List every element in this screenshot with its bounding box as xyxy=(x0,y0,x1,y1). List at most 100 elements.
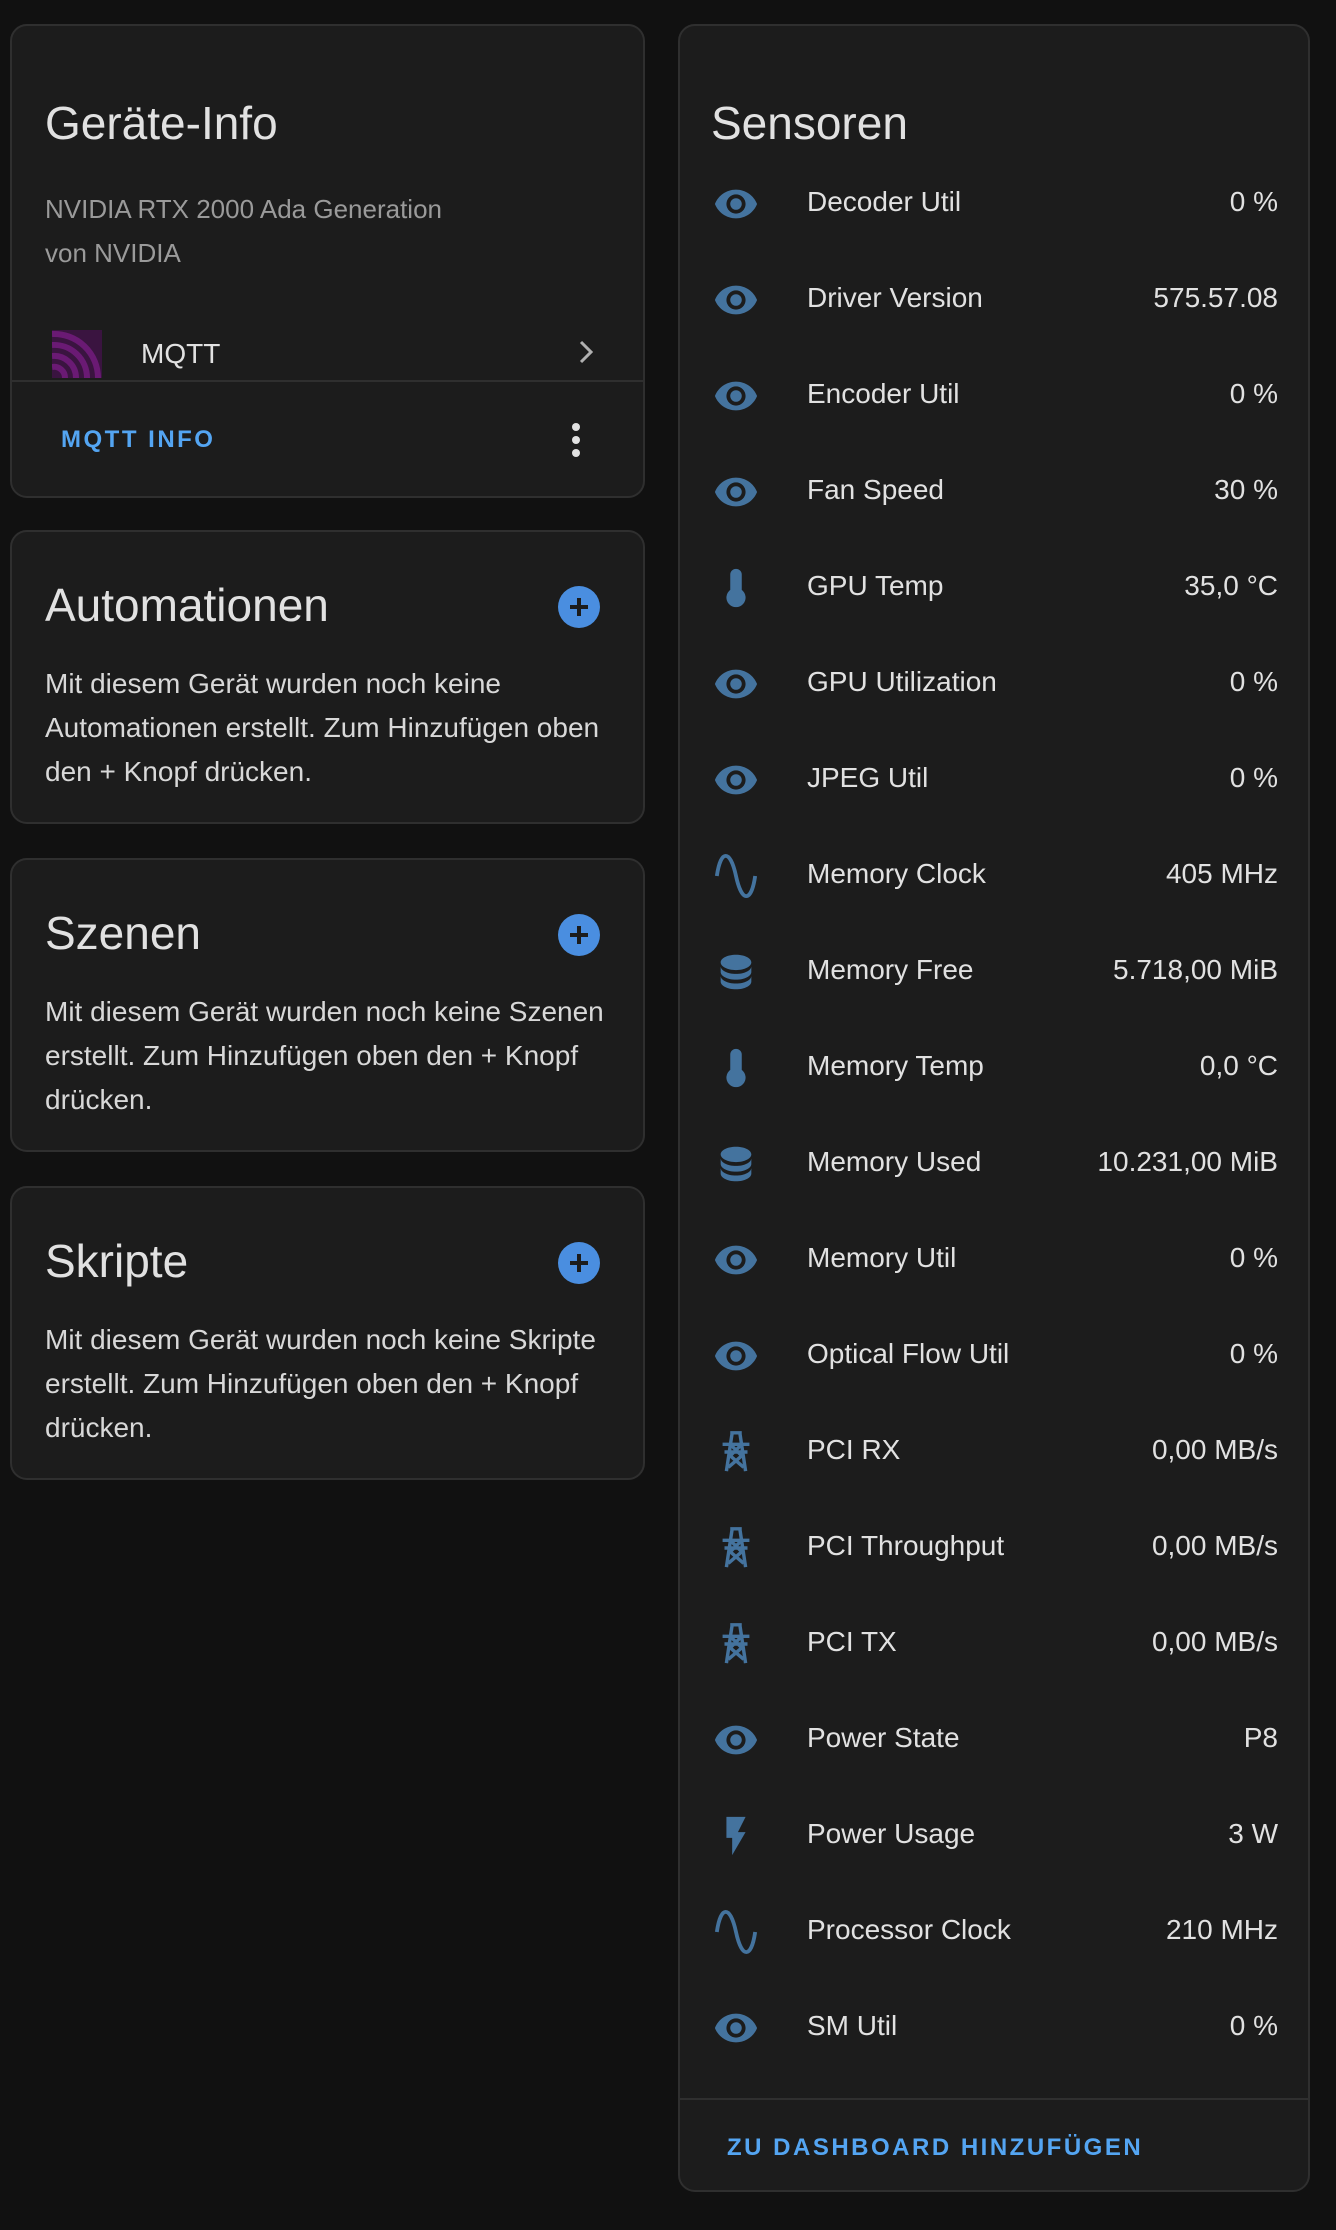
sensor-row[interactable]: Power State P8 xyxy=(680,1692,1310,1788)
sensor-row[interactable]: Decoder Util 0 % xyxy=(680,156,1310,252)
sensor-name: Memory Util xyxy=(807,1242,957,1273)
sensor-name: Encoder Util xyxy=(807,378,960,409)
sensor-row[interactable]: SM Util 0 % xyxy=(680,1980,1310,2076)
sensor-row[interactable]: Encoder Util 0 % xyxy=(680,348,1310,444)
sensor-row[interactable]: JPEG Util 0 % xyxy=(680,732,1310,828)
sensor-row[interactable]: Memory Free 5.718,00 MiB xyxy=(680,924,1310,1020)
more-vertical-icon[interactable] xyxy=(558,420,594,460)
sensor-name: Memory Clock xyxy=(807,858,986,889)
add-scene-button[interactable] xyxy=(558,914,600,956)
sensor-value: 10.231,00 MiB xyxy=(1097,1146,1278,1177)
sensor-name: Memory Used xyxy=(807,1146,982,1177)
sensor-value: 30 % xyxy=(1214,474,1278,505)
mqtt-logo-icon xyxy=(51,330,102,379)
sensor-value: 0 % xyxy=(1229,2010,1278,2041)
eye-icon xyxy=(712,1716,760,1764)
thermometer-icon xyxy=(712,564,760,612)
add-automation-button[interactable] xyxy=(558,586,600,628)
sensor-row[interactable]: Memory Temp 0,0 °C xyxy=(680,1020,1310,1116)
device-info-card: Geräte-Info NVIDIA RTX 2000 Ada Generati… xyxy=(10,24,645,498)
sensor-name: JPEG Util xyxy=(807,762,929,793)
add-script-button[interactable] xyxy=(558,1242,600,1284)
sensor-name: GPU Utilization xyxy=(807,666,997,697)
scenes-empty-text: Mit diesem Gerät wurden noch keine Szene… xyxy=(45,996,604,1115)
sensor-row[interactable]: Driver Version 575.57.08 xyxy=(680,252,1310,348)
sensor-name: Decoder Util xyxy=(807,186,962,217)
sensor-row[interactable]: Power Usage 3 W xyxy=(680,1788,1310,1884)
device-manufacturer: von NVIDIA xyxy=(45,238,181,268)
sensor-value: 0 % xyxy=(1229,1338,1278,1369)
card-divider xyxy=(680,2098,1308,2100)
eye-icon xyxy=(712,372,760,420)
add-to-dashboard-button[interactable]: ZU DASHBOARD HINZUFÜGEN xyxy=(727,2134,1143,2162)
sensor-name: GPU Temp xyxy=(807,570,944,601)
scripts-card: Skripte Mit diesem Gerät wurden noch kei… xyxy=(10,1186,645,1480)
transmission-tower-icon xyxy=(712,1620,760,1668)
automations-empty-text: Mit diesem Gerät wurden noch keine Autom… xyxy=(45,668,600,787)
scenes-card: Szenen Mit diesem Gerät wurden noch kein… xyxy=(10,858,645,1152)
sine-wave-icon xyxy=(712,1908,760,1956)
card-divider xyxy=(12,380,643,382)
eye-icon xyxy=(712,180,760,228)
sensor-value: 405 MHz xyxy=(1165,858,1278,889)
plus-icon xyxy=(570,1254,588,1272)
sensor-name: Processor Clock xyxy=(807,1914,1011,1945)
sensor-name: PCI Throughput xyxy=(807,1530,1005,1561)
sensor-name: Optical Flow Util xyxy=(807,1338,1010,1369)
sensors-title: Sensoren xyxy=(711,97,908,149)
eye-icon xyxy=(712,276,760,324)
sensor-value: 0 % xyxy=(1229,666,1278,697)
automations-card: Automationen Mit diesem Gerät wurden noc… xyxy=(10,530,645,824)
sensor-value: 0,00 MB/s xyxy=(1151,1626,1278,1657)
sensor-value: 210 MHz xyxy=(1165,1914,1278,1945)
sensor-row[interactable]: PCI TX 0,00 MB/s xyxy=(680,1596,1310,1692)
sensor-row[interactable]: Memory Clock 405 MHz xyxy=(680,828,1310,924)
sensor-name: PCI TX xyxy=(807,1626,897,1657)
plus-icon xyxy=(570,598,588,616)
sensor-row[interactable]: Memory Used 10.231,00 MiB xyxy=(680,1116,1310,1212)
sensor-value: 3 W xyxy=(1228,1818,1278,1849)
eye-icon xyxy=(712,468,760,516)
sensor-row[interactable]: PCI RX 0,00 MB/s xyxy=(680,1404,1310,1500)
sensor-value: 35,0 °C xyxy=(1184,570,1278,601)
integration-row-mqtt[interactable]: MQTT xyxy=(12,300,643,404)
sensor-name: SM Util xyxy=(807,2010,898,2041)
sensor-row[interactable]: PCI Throughput 0,00 MB/s xyxy=(680,1500,1310,1596)
database-icon xyxy=(712,1140,760,1188)
sensor-row[interactable]: GPU Temp 35,0 °C xyxy=(680,540,1310,636)
sensor-value: 5.718,00 MiB xyxy=(1113,954,1278,985)
sensor-value: 575.57.08 xyxy=(1153,282,1278,313)
sensor-name: Fan Speed xyxy=(807,474,944,505)
sensor-value: 0,0 °C xyxy=(1199,1050,1278,1081)
sensor-row[interactable]: GPU Utilization 0 % xyxy=(680,636,1310,732)
device-info-title: Geräte-Info xyxy=(45,97,278,149)
eye-icon xyxy=(712,756,760,804)
sensor-name: Power Usage xyxy=(807,1818,976,1849)
sensor-value: 0 % xyxy=(1229,378,1278,409)
chevron-right-icon xyxy=(572,338,600,366)
sensor-value: 0,00 MB/s xyxy=(1151,1530,1278,1561)
eye-icon xyxy=(712,1236,760,1284)
sensor-row[interactable]: Processor Clock 210 MHz xyxy=(680,1884,1310,1980)
integration-label: MQTT xyxy=(141,338,221,369)
automations-title: Automationen xyxy=(45,579,329,631)
sensor-row[interactable]: Fan Speed 30 % xyxy=(680,444,1310,540)
sensor-value: P8 xyxy=(1243,1722,1278,1753)
sensor-name: Driver Version xyxy=(807,282,983,313)
plus-icon xyxy=(570,926,588,944)
sensor-row[interactable]: Optical Flow Util 0 % xyxy=(680,1308,1310,1404)
transmission-tower-icon xyxy=(712,1524,760,1572)
scenes-title: Szenen xyxy=(45,907,202,959)
sensors-card: Sensoren Decoder Util 0 % Driver Version 57… xyxy=(678,24,1310,2192)
sensor-row[interactable]: Memory Util 0 % xyxy=(680,1212,1310,1308)
flash-icon xyxy=(712,1812,760,1860)
device-model: NVIDIA RTX 2000 Ada Generation xyxy=(45,194,442,224)
sensor-name: Power State xyxy=(807,1722,960,1753)
sensor-list: Decoder Util 0 % Driver Version 575.57.08 En… xyxy=(680,156,1308,2076)
sensor-name: PCI RX xyxy=(807,1434,901,1465)
mqtt-info-button[interactable]: MQTT INFO xyxy=(61,426,215,454)
sensor-value: 0 % xyxy=(1229,1242,1278,1273)
sensor-name: Memory Free xyxy=(807,954,974,985)
sensor-value: 0,00 MB/s xyxy=(1151,1434,1278,1465)
sensor-name: Memory Temp xyxy=(807,1050,984,1081)
